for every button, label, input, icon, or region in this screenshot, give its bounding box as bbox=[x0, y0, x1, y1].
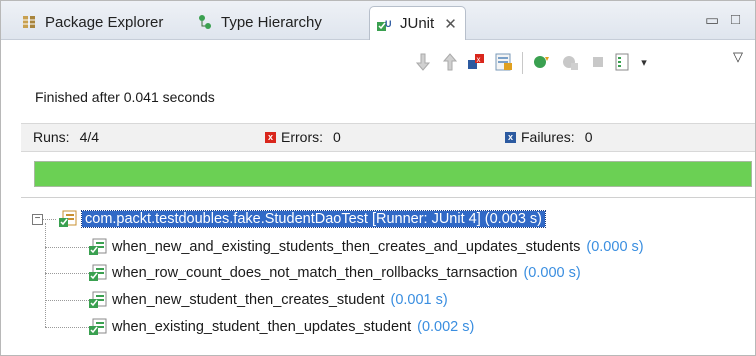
type-hierarchy-icon bbox=[197, 14, 213, 30]
junit-view: Package Explorer Type Hierarchy U JUnit … bbox=[0, 0, 756, 356]
tree-test-case[interactable]: when_existing_student_then_updates_stude… bbox=[89, 315, 474, 339]
test-pass-icon bbox=[89, 264, 107, 282]
panel-menu-icon[interactable]: ▽ bbox=[729, 48, 747, 66]
test-name: when_new_student_then_creates_student bbox=[112, 292, 385, 308]
maximize-icon[interactable]: □ bbox=[731, 11, 740, 28]
test-pass-icon bbox=[89, 318, 107, 336]
close-tab-icon[interactable]: ✕ bbox=[444, 15, 457, 33]
panel-divider bbox=[21, 197, 755, 198]
tree-connector bbox=[45, 273, 89, 274]
tab-package-explorer[interactable]: Package Explorer bbox=[21, 7, 163, 37]
tree-root-suite[interactable]: com.packt.testdoubles.fake.StudentDaoTes… bbox=[59, 207, 546, 231]
show-failures-only-icon[interactable]: x bbox=[467, 53, 485, 71]
progress-bar bbox=[34, 161, 752, 187]
failures-value: 0 bbox=[584, 129, 593, 145]
tree-test-case[interactable]: when_row_count_does_not_match_then_rollb… bbox=[89, 261, 581, 285]
tab-type-hierarchy[interactable]: Type Hierarchy bbox=[197, 7, 322, 37]
svg-text:x: x bbox=[477, 55, 481, 64]
tab-junit[interactable]: U JUnit ✕ bbox=[369, 6, 466, 40]
runs-counter: Runs: 4/4 bbox=[33, 129, 99, 145]
tree-connector bbox=[45, 327, 89, 328]
history-dropdown-icon[interactable]: ▾ bbox=[635, 53, 653, 71]
svg-text:U: U bbox=[385, 19, 392, 29]
junit-icon: U bbox=[376, 16, 392, 32]
tree-connector bbox=[45, 247, 89, 248]
stop-icon[interactable] bbox=[589, 53, 607, 71]
test-pass-icon bbox=[89, 291, 107, 309]
previous-failure-icon[interactable] bbox=[441, 53, 459, 71]
view-tab-bar: Package Explorer Type Hierarchy U JUnit … bbox=[1, 1, 755, 40]
test-counters: Runs: 4/4 x Errors: 0 x Failures: 0 bbox=[21, 123, 755, 152]
errors-counter: x Errors: 0 bbox=[265, 129, 341, 145]
test-duration: (0.001 s) bbox=[390, 292, 448, 308]
tree-test-case[interactable]: when_new_and_existing_students_then_crea… bbox=[89, 235, 644, 259]
test-name: when_new_and_existing_students_then_crea… bbox=[112, 239, 581, 255]
toolbar-separator bbox=[522, 52, 523, 74]
scroll-lock-icon[interactable] bbox=[495, 53, 513, 71]
minimize-icon[interactable]: ▭ bbox=[705, 11, 719, 29]
failure-icon: x bbox=[505, 131, 516, 143]
test-duration: (0.000 s) bbox=[586, 239, 644, 255]
failures-label: Failures: bbox=[521, 129, 575, 145]
failures-counter: x Failures: 0 bbox=[505, 129, 592, 145]
suite-label: com.packt.testdoubles.fake.StudentDaoTes… bbox=[81, 210, 546, 228]
tab-label: JUnit bbox=[400, 15, 435, 32]
runs-value: 4/4 bbox=[79, 129, 100, 145]
tab-label: Package Explorer bbox=[45, 13, 164, 31]
test-suite-pass-icon bbox=[59, 210, 77, 228]
test-duration: (0.000 s) bbox=[523, 265, 581, 281]
errors-value: 0 bbox=[333, 129, 341, 145]
run-status: Finished after 0.041 seconds bbox=[35, 89, 215, 105]
test-duration: (0.002 s) bbox=[417, 319, 475, 335]
tree-test-case[interactable]: when_new_student_then_creates_student (0… bbox=[89, 288, 448, 312]
rerun-failed-first-icon[interactable] bbox=[561, 53, 579, 71]
junit-toolbar: x ▾ ▽ bbox=[1, 40, 755, 84]
package-explorer-icon bbox=[21, 14, 37, 30]
rerun-test-icon[interactable] bbox=[532, 53, 550, 71]
collapse-toggle[interactable]: − bbox=[32, 214, 43, 225]
tree-connector bbox=[42, 219, 56, 220]
test-run-history-icon[interactable] bbox=[614, 53, 632, 71]
next-failure-icon[interactable] bbox=[414, 53, 432, 71]
test-name: when_row_count_does_not_match_then_rollb… bbox=[112, 265, 518, 281]
tab-label: Type Hierarchy bbox=[221, 13, 322, 31]
runs-label: Runs: bbox=[33, 129, 70, 145]
error-icon: x bbox=[265, 131, 276, 143]
errors-label: Errors: bbox=[281, 129, 323, 145]
test-name: when_existing_student_then_updates_stude… bbox=[112, 319, 412, 335]
test-pass-icon bbox=[89, 238, 107, 256]
tree-connector bbox=[45, 223, 46, 327]
tree-connector bbox=[45, 300, 89, 301]
